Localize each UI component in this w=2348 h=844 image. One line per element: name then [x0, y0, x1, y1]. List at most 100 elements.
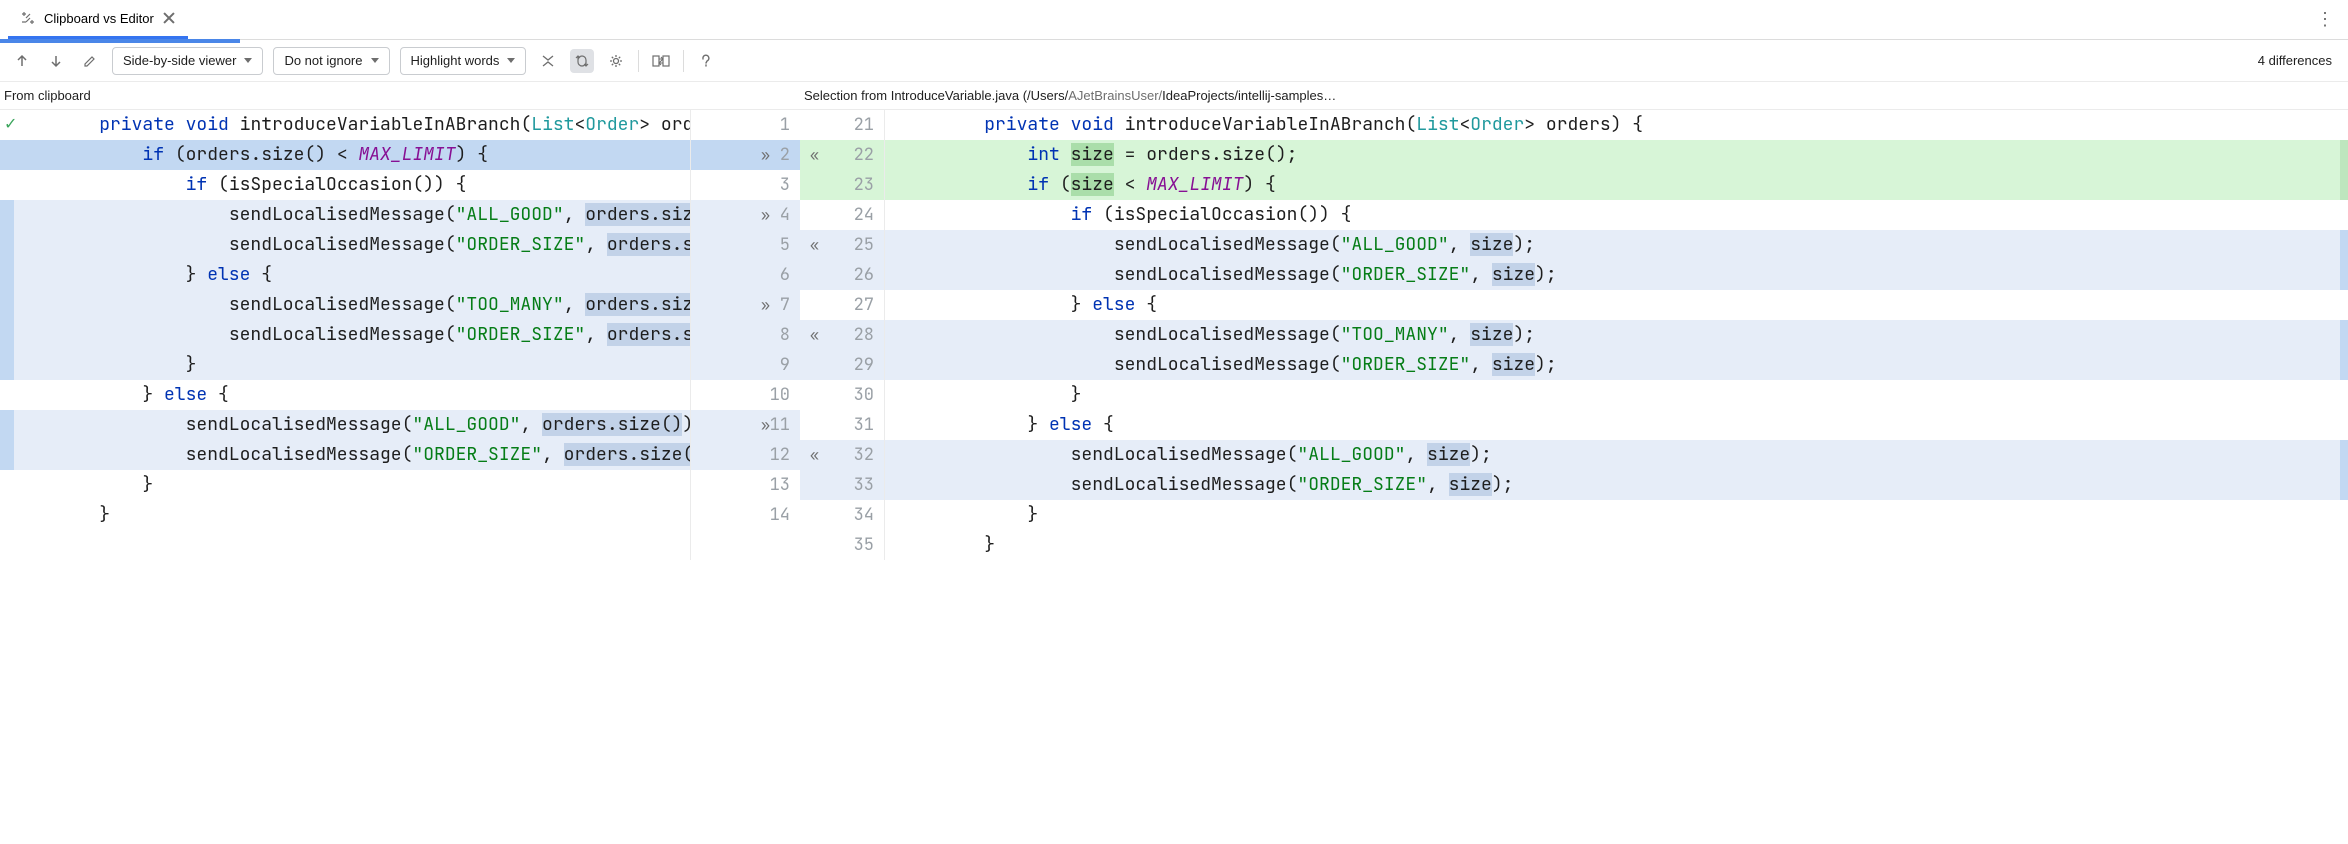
pane-headers: From clipboard Selection from IntroduceV… — [0, 82, 2348, 110]
line-number[interactable]: 3 — [690, 170, 800, 200]
line-number[interactable]: 35 — [800, 530, 885, 560]
diff-marker[interactable] — [2340, 440, 2348, 500]
tab-active-indicator — [0, 39, 240, 43]
line-number[interactable]: 9 — [690, 350, 800, 380]
line-number[interactable]: »7 — [690, 290, 800, 320]
code-line[interactable]: sendLocalisedMessage("ORDER_SIZE", order… — [0, 320, 690, 350]
code-line[interactable]: sendLocalisedMessage("ALL_GOOD", size); — [885, 440, 2348, 470]
code-line[interactable]: sendLocalisedMessage("ALL_GOOD", orders.… — [0, 410, 690, 440]
viewer-mode-dropdown[interactable]: Side-by-side viewer — [112, 47, 263, 75]
code-line[interactable]: sendLocalisedMessage("ORDER_SIZE", size)… — [885, 470, 2348, 500]
ignore-mode-dropdown[interactable]: Do not ignore — [273, 47, 389, 75]
line-number[interactable]: 6 — [690, 260, 800, 290]
code-line[interactable]: } — [0, 500, 690, 530]
code-line[interactable]: } — [885, 500, 2348, 530]
chevron-down-icon — [244, 58, 252, 63]
code-line[interactable]: if (isSpecialOccasion()) { — [0, 170, 690, 200]
line-number[interactable]: 27 — [800, 290, 885, 320]
toolbar-separator — [683, 50, 684, 72]
next-diff-button[interactable] — [44, 49, 68, 73]
diff-icon — [20, 10, 36, 26]
code-line[interactable]: sendLocalisedMessage("TOO_MANY", size); — [885, 320, 2348, 350]
line-number[interactable]: 34 — [800, 500, 885, 530]
diff-marker[interactable] — [0, 410, 14, 470]
line-number[interactable]: 1 — [690, 110, 800, 140]
code-line[interactable]: private void introduceVariableInABranch(… — [0, 110, 690, 140]
chevron-down-icon — [371, 58, 379, 63]
code-line[interactable]: int size = orders.size(); — [885, 140, 2348, 170]
line-number[interactable]: 29 — [800, 350, 885, 380]
line-number[interactable]: 14 — [690, 500, 800, 530]
code-line[interactable]: } else { — [885, 290, 2348, 320]
diff-body: ✓ private void introduceVariableInABranc… — [0, 110, 2348, 560]
diff-marker[interactable] — [2340, 230, 2348, 290]
diff-toolbar: Side-by-side viewer Do not ignore Highli… — [0, 40, 2348, 82]
line-number[interactable]: 33 — [800, 470, 885, 500]
right-pane-title-prefix: Selection from IntroduceVariable.java (/… — [804, 88, 1068, 103]
code-line[interactable]: if (isSpecialOccasion()) { — [885, 200, 2348, 230]
line-number[interactable]: 10 — [690, 380, 800, 410]
line-number[interactable]: 30 — [800, 380, 885, 410]
tab-overflow-menu[interactable]: ⋮ — [2310, 9, 2340, 30]
settings-button[interactable] — [604, 49, 628, 73]
line-number[interactable]: 12 — [690, 440, 800, 470]
line-number[interactable]: »4 — [690, 200, 800, 230]
code-line[interactable]: sendLocalisedMessage("ORDER_SIZE", order… — [0, 440, 690, 470]
ignore-mode-label: Do not ignore — [284, 53, 362, 68]
code-line[interactable]: sendLocalisedMessage("ORDER_SIZE", order… — [0, 230, 690, 260]
diff-marker[interactable] — [0, 200, 14, 380]
tab-bar: Clipboard vs Editor ⋮ — [0, 0, 2348, 40]
code-line[interactable]: } else { — [885, 410, 2348, 440]
right-code-pane[interactable]: private void introduceVariableInABranch(… — [885, 110, 2348, 560]
prev-diff-button[interactable] — [10, 49, 34, 73]
right-gutter[interactable]: 2122«232425«262728«29303132«333435 — [800, 110, 885, 560]
left-gutter[interactable]: 1»23»456»78910»11121314 — [690, 110, 800, 560]
tab-diff[interactable]: Clipboard vs Editor — [8, 0, 188, 39]
close-icon[interactable] — [162, 11, 176, 25]
highlight-mode-dropdown[interactable]: Highlight words — [400, 47, 527, 75]
line-number[interactable]: 24 — [800, 200, 885, 230]
code-line[interactable]: } — [0, 470, 690, 500]
code-line[interactable]: } — [0, 350, 690, 380]
diff-marker[interactable] — [0, 140, 14, 170]
line-number[interactable]: 5 — [690, 230, 800, 260]
line-number[interactable]: 26 — [800, 260, 885, 290]
swap-sides-button[interactable] — [649, 49, 673, 73]
sync-scroll-button[interactable] — [570, 49, 594, 73]
diff-count-label: 4 differences — [2258, 53, 2338, 68]
code-line[interactable]: private void introduceVariableInABranch(… — [885, 110, 2348, 140]
right-pane-header: Selection from IntroduceVariable.java (/… — [800, 82, 2348, 109]
line-number[interactable]: 8 — [690, 320, 800, 350]
toolbar-separator — [638, 50, 639, 72]
no-problems-icon: ✓ — [4, 114, 17, 134]
diff-marker[interactable] — [2340, 140, 2348, 200]
code-line[interactable]: } else { — [0, 260, 690, 290]
line-number[interactable]: 31 — [800, 410, 885, 440]
line-number[interactable]: »11 — [690, 410, 800, 440]
line-number[interactable]: 22« — [800, 140, 885, 170]
code-line[interactable]: sendLocalisedMessage("TOO_MANY", orders.… — [0, 290, 690, 320]
line-number[interactable]: 13 — [690, 470, 800, 500]
code-line[interactable]: } — [885, 380, 2348, 410]
line-number[interactable]: »2 — [690, 140, 800, 170]
diff-marker[interactable] — [2340, 320, 2348, 380]
code-line[interactable]: sendLocalisedMessage("ORDER_SIZE", size)… — [885, 260, 2348, 290]
line-number[interactable]: 21 — [800, 110, 885, 140]
code-line[interactable]: } else { — [0, 380, 690, 410]
code-line[interactable]: if (size < MAX_LIMIT) { — [885, 170, 2348, 200]
left-pane-header: From clipboard — [0, 82, 800, 109]
code-line[interactable]: if (orders.size() < MAX_LIMIT) { — [0, 140, 690, 170]
line-number[interactable]: 23 — [800, 170, 885, 200]
line-number[interactable]: 25« — [800, 230, 885, 260]
viewer-mode-label: Side-by-side viewer — [123, 53, 236, 68]
code-line[interactable]: sendLocalisedMessage("ALL_GOOD", orders.… — [0, 200, 690, 230]
help-button[interactable] — [694, 49, 718, 73]
line-number[interactable]: 28« — [800, 320, 885, 350]
code-line[interactable]: sendLocalisedMessage("ALL_GOOD", size); — [885, 230, 2348, 260]
code-line[interactable]: sendLocalisedMessage("ORDER_SIZE", size)… — [885, 350, 2348, 380]
edit-button[interactable] — [78, 49, 102, 73]
collapse-unchanged-button[interactable] — [536, 49, 560, 73]
line-number[interactable]: 32« — [800, 440, 885, 470]
code-line[interactable]: } — [885, 530, 2348, 560]
left-code-pane[interactable]: ✓ private void introduceVariableInABranc… — [0, 110, 690, 560]
